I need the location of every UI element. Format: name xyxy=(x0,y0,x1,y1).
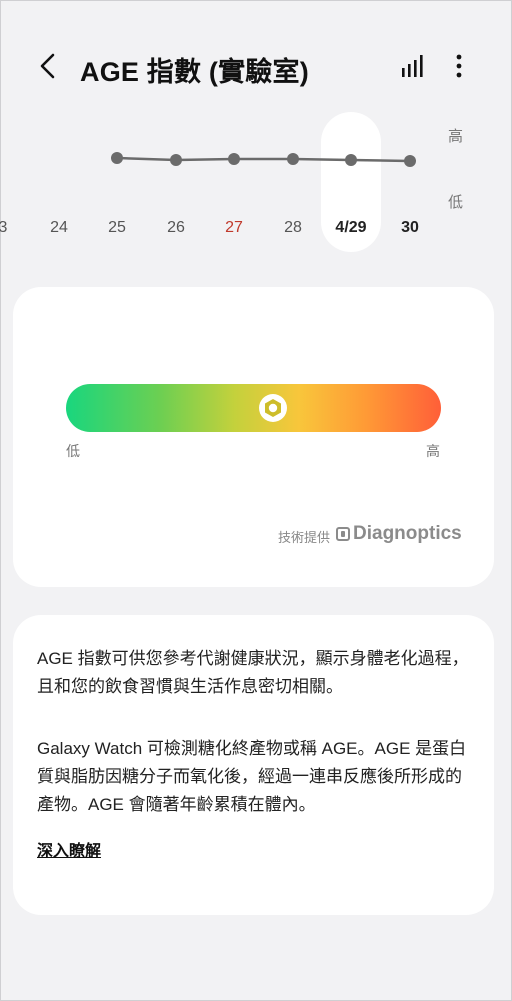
date-label[interactable]: 26 xyxy=(167,219,185,237)
page-title: AGE 指數 (實驗室) xyxy=(80,57,309,87)
trend-point xyxy=(345,154,357,166)
date-label[interactable]: 28 xyxy=(284,219,302,237)
trend-point xyxy=(170,154,182,166)
provider-name: Diagnoptics xyxy=(353,523,462,544)
trend-point xyxy=(111,152,123,164)
top-app-bar: AGE 指數 (實驗室) xyxy=(0,30,512,102)
date-label[interactable]: 30 xyxy=(401,219,419,237)
chevron-left-icon xyxy=(40,53,55,79)
trend-point xyxy=(228,153,240,165)
gauge-high-label: 高 xyxy=(426,443,440,459)
trend-line-svg xyxy=(111,152,416,167)
gauge-low-label: 低 xyxy=(66,443,80,459)
trend-line xyxy=(116,156,411,163)
age-info-card: AGE 指數可供您參考代謝健康狀況，顯示身體老化過程，且和您的飲食習慣與生活作息… xyxy=(13,615,494,915)
age-gauge-bar xyxy=(66,384,441,432)
date-label[interactable]: 25 xyxy=(108,219,126,237)
back-button[interactable] xyxy=(30,48,66,84)
chart-view-button[interactable] xyxy=(392,48,432,84)
age-trend-chart: 高 低 3 24 25 26 27 28 4/29 30 xyxy=(0,105,512,255)
date-label-highlighted[interactable]: 27 xyxy=(225,219,243,237)
info-paragraph-1: AGE 指數可供您參考代謝健康狀況，顯示身體老化過程，且和您的飲食習慣與生活作息… xyxy=(37,649,469,696)
bar-chart-icon xyxy=(402,55,423,77)
more-vertical-icon xyxy=(456,54,462,78)
date-label[interactable]: 24 xyxy=(50,219,68,237)
diagnoptics-logo: Diagnoptics xyxy=(336,523,462,545)
age-gauge-card: 低 高 技術提供 Diagnoptics xyxy=(13,287,494,587)
gauge-marker xyxy=(259,394,287,422)
date-label[interactable]: 3 xyxy=(0,219,7,237)
info-paragraph-2: Galaxy Watch 可檢測糖化終產物或稱 AGE。AGE 是蛋白質與脂肪因… xyxy=(37,739,467,814)
date-label-selected[interactable]: 4/29 xyxy=(335,219,366,237)
provider-caption: 技術提供 xyxy=(278,530,331,545)
trend-point xyxy=(287,153,299,165)
trend-point xyxy=(404,155,416,167)
learn-more-link[interactable]: 深入瞭解 xyxy=(37,837,101,861)
more-options-button[interactable] xyxy=(444,48,474,84)
diagnoptics-logo-icon xyxy=(336,527,350,541)
axis-low-label: 低 xyxy=(448,194,464,211)
hexagon-marker-icon xyxy=(265,399,281,417)
axis-high-label: 高 xyxy=(448,128,464,145)
